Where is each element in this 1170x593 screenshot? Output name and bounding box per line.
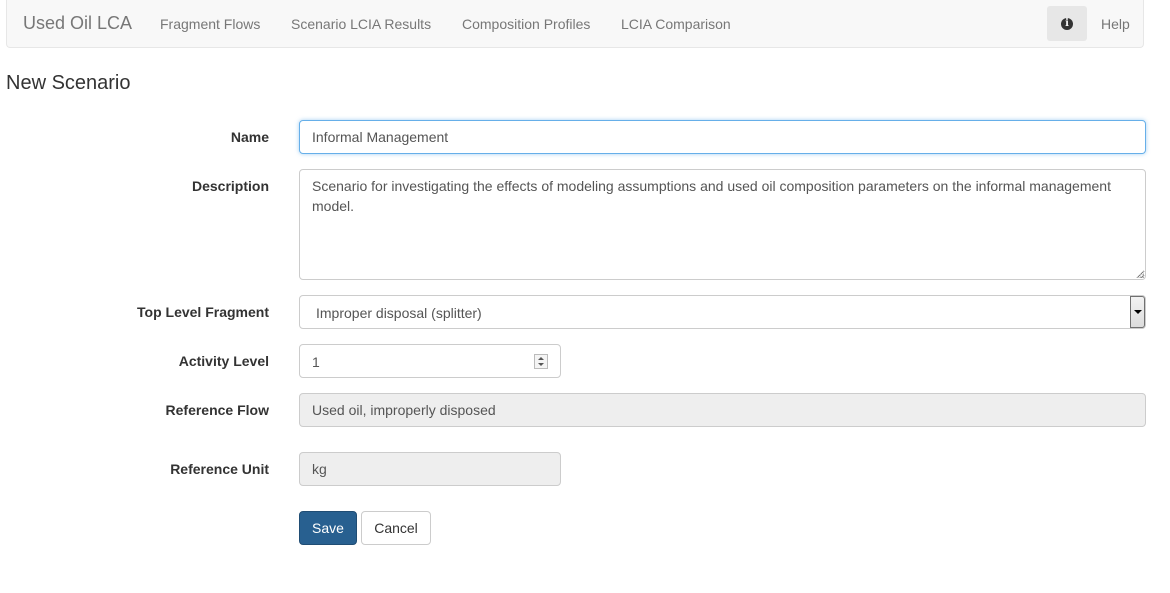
top-level-fragment-value: Improper disposal (splitter) — [316, 305, 482, 321]
top-level-fragment-select[interactable]: Improper disposal (splitter) — [299, 295, 1146, 329]
reference-flow-label: Reference Flow — [165, 402, 269, 418]
description-wrapper: Scenario for investigating the effects o… — [299, 169, 1146, 280]
chevron-down-icon[interactable] — [1130, 296, 1145, 328]
spin-down-icon[interactable] — [538, 363, 544, 366]
top-level-fragment-label: Top Level Fragment — [137, 304, 269, 320]
cancel-button[interactable]: Cancel — [361, 511, 431, 545]
reference-unit-label: Reference Unit — [170, 461, 269, 477]
activity-level-input[interactable]: 1 — [299, 344, 561, 378]
activity-level-value: 1 — [312, 354, 320, 370]
brand-link[interactable]: Used Oil LCA — [23, 13, 132, 34]
spinner-icon[interactable] — [534, 354, 548, 369]
info-button[interactable]: i — [1047, 6, 1087, 41]
nav-help[interactable]: Help — [1101, 16, 1130, 32]
reference-flow-field — [299, 393, 1146, 427]
activity-level-label: Activity Level — [178, 353, 269, 369]
save-button[interactable]: Save — [299, 511, 357, 545]
reference-unit-field — [299, 452, 561, 486]
page-title: New Scenario — [6, 72, 131, 94]
info-circle-icon: i — [1061, 17, 1073, 30]
spin-up-icon[interactable] — [538, 357, 544, 360]
nav-composition-profiles[interactable]: Composition Profiles — [462, 16, 590, 32]
navbar: Used Oil LCA Fragment Flows Scenario LCI… — [6, 0, 1144, 48]
nav-scenario-lcia-results[interactable]: Scenario LCIA Results — [291, 16, 431, 32]
description-label: Description — [191, 178, 269, 194]
nav-lcia-comparison[interactable]: LCIA Comparison — [621, 16, 731, 32]
name-label: Name — [230, 129, 269, 145]
name-input[interactable] — [299, 120, 1146, 154]
nav-fragment-flows[interactable]: Fragment Flows — [160, 16, 260, 32]
description-textarea[interactable]: Scenario for investigating the effects o… — [299, 169, 1146, 280]
